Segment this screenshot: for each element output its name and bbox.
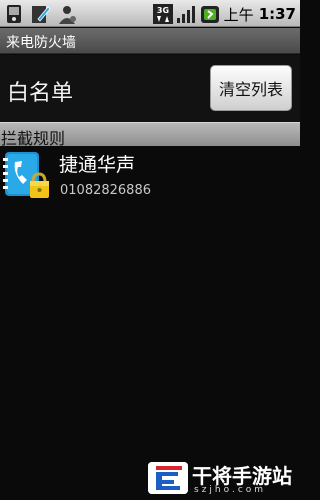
rule-name: 捷通华声 [59, 154, 136, 176]
phone-memory-icon [4, 3, 26, 25]
locked-phone-book-icon [3, 150, 51, 202]
rule-number: 01082826886 [60, 183, 151, 198]
whitelist-label: 白名单 [7, 81, 74, 106]
battery-icon [199, 3, 221, 25]
title-bar: 来电防火墙 [0, 28, 300, 54]
section-header-block-rules: 拦截规则 [0, 122, 300, 148]
section-title: 拦截规则 [1, 129, 66, 148]
signal-icon [176, 3, 196, 25]
clock-time: 1:37 [258, 5, 296, 23]
app-title: 来电防火墙 [6, 35, 76, 51]
person-icon [56, 3, 78, 25]
system-icons: 3G 上午 1:37 [152, 3, 296, 25]
edit-note-icon [30, 3, 52, 25]
clock-ampm: 上午 [223, 5, 254, 24]
watermark-logo-icon [148, 462, 188, 494]
watermark-subtitle: szjho.com [194, 485, 267, 495]
status-bar: 3G 上午 1:37 [0, 0, 300, 27]
list-item[interactable]: 捷通华声 01082826886 [0, 147, 300, 205]
site-watermark: 干将手游站 szjho.com [148, 458, 298, 498]
whitelist-row: 白名单 清空列表 [0, 55, 300, 122]
clear-list-button[interactable]: 清空列表 [210, 65, 292, 111]
notification-icons [4, 3, 78, 25]
svg-text:3G: 3G [157, 6, 169, 15]
3g-icon: 3G [152, 3, 173, 25]
